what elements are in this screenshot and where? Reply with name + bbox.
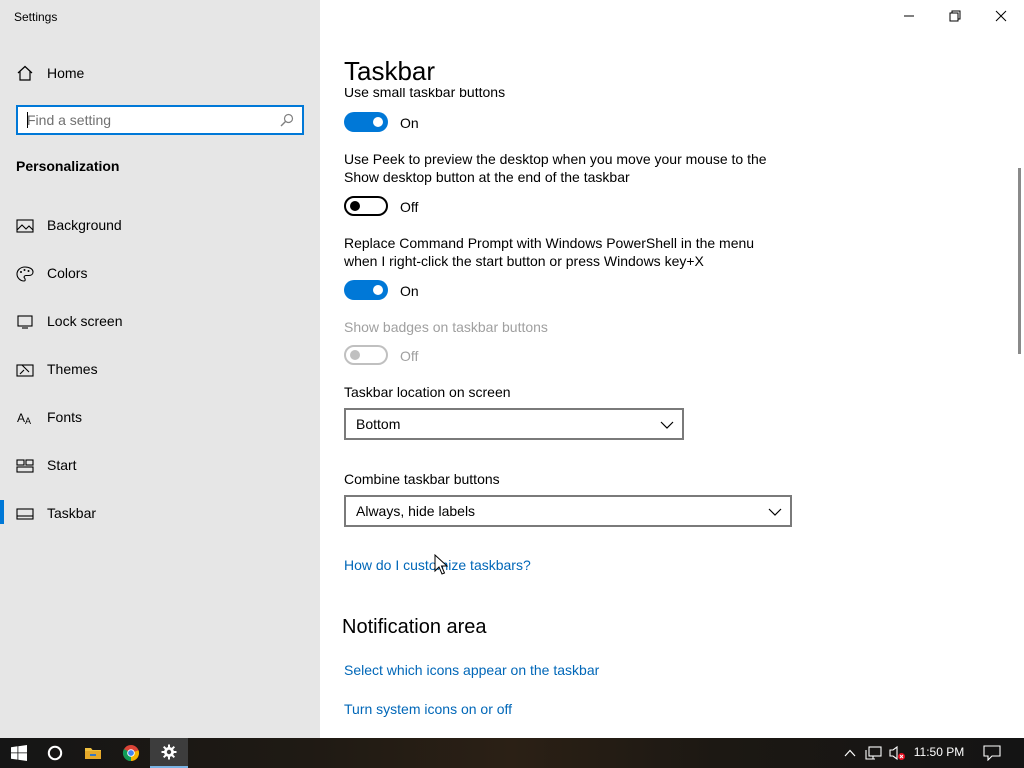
taskbar-location-dropdown[interactable]: Bottom xyxy=(344,408,684,440)
badges-toggle xyxy=(344,345,388,365)
powershell-label-line1: Replace Command Prompt with Windows Powe… xyxy=(344,235,755,251)
clock[interactable]: 11:50 PM xyxy=(908,745,970,759)
powershell-toggle[interactable] xyxy=(344,280,388,300)
sidebar-item-fonts[interactable]: AA Fonts xyxy=(0,402,320,450)
sidebar-item-label: Colors xyxy=(47,265,88,281)
svg-text:A: A xyxy=(25,416,31,426)
system-icons-link[interactable]: Turn system icons on or off xyxy=(344,701,512,717)
taskbar-icon xyxy=(16,506,34,522)
volume-muted-icon xyxy=(889,745,905,761)
sidebar-item-label: Fonts xyxy=(47,409,83,425)
dropdown-value: Bottom xyxy=(356,416,401,432)
sidebar: Settings Home Personalization Background… xyxy=(0,0,320,738)
home-label: Home xyxy=(47,65,85,81)
network-icon xyxy=(865,746,882,760)
small-taskbar-buttons-toggle[interactable] xyxy=(344,112,388,132)
badges-setting-label: Show badges on taskbar buttons xyxy=(344,319,548,335)
sidebar-item-label: Lock screen xyxy=(47,313,123,329)
search-input[interactable] xyxy=(18,107,268,133)
palette-icon xyxy=(16,266,34,282)
search-box[interactable] xyxy=(16,105,304,135)
location-label: Taskbar location on screen xyxy=(344,384,511,400)
combine-label: Combine taskbar buttons xyxy=(344,471,500,487)
toggle-state-label: Off xyxy=(400,199,419,215)
lock-screen-icon xyxy=(16,314,34,330)
sidebar-item-taskbar[interactable]: Taskbar xyxy=(0,498,320,546)
settings-taskbar-button[interactable] xyxy=(150,738,188,768)
sidebar-item-themes[interactable]: Themes xyxy=(0,354,320,402)
fonts-icon: AA xyxy=(16,410,34,426)
close-button[interactable] xyxy=(978,0,1024,32)
svg-text:A: A xyxy=(17,411,25,425)
sidebar-nav: Background Colors Lock screen Themes AA … xyxy=(0,210,320,546)
home-icon xyxy=(16,65,34,81)
close-icon xyxy=(995,10,1007,22)
themes-icon xyxy=(16,362,34,378)
peek-setting-label: Use Peek to preview the desktop when you… xyxy=(344,150,804,186)
chevron-up-icon xyxy=(844,749,856,757)
taskbar: 11:50 PM xyxy=(0,738,1024,768)
folder-icon xyxy=(85,748,101,759)
maximize-button[interactable] xyxy=(932,0,978,32)
combine-buttons-dropdown[interactable]: Always, hide labels xyxy=(344,495,792,527)
peek-label-line2: Show desktop button at the end of the ta… xyxy=(344,169,630,185)
image-icon xyxy=(16,218,34,234)
section-label-personalization: Personalization xyxy=(16,158,120,174)
show-hidden-icons-button[interactable] xyxy=(840,738,860,768)
search-icon[interactable] xyxy=(280,113,294,127)
notification-area-heading: Notification area xyxy=(342,616,487,638)
file-explorer-button[interactable] xyxy=(74,738,112,768)
text-caret xyxy=(27,112,28,128)
sidebar-item-lock-screen[interactable]: Lock screen xyxy=(0,306,320,354)
toggle-state-label: On xyxy=(400,283,419,299)
cortana-button[interactable] xyxy=(36,738,74,768)
sidebar-item-label: Themes xyxy=(47,361,98,377)
powershell-label-line2: when I right-click the start button or p… xyxy=(344,253,704,269)
chevron-down-icon xyxy=(660,418,674,430)
minimize-icon xyxy=(904,15,914,17)
notification-icon xyxy=(983,745,1001,761)
start-button[interactable] xyxy=(0,738,38,768)
toggle-state-label: Off xyxy=(400,348,419,364)
mouse-cursor-icon xyxy=(434,554,448,575)
chrome-icon xyxy=(122,745,140,762)
cortana-circle-icon xyxy=(47,745,63,761)
app-title: Settings xyxy=(14,10,58,24)
sidebar-item-label: Taskbar xyxy=(47,505,97,521)
sidebar-item-label: Background xyxy=(47,217,122,233)
page-title: Taskbar xyxy=(344,56,446,87)
minimize-button[interactable] xyxy=(886,0,932,32)
gear-icon xyxy=(161,744,177,760)
dropdown-value: Always, hide labels xyxy=(356,503,476,519)
chrome-button[interactable] xyxy=(112,738,150,768)
sidebar-item-label: Start xyxy=(47,457,77,473)
sidebar-item-start[interactable]: Start xyxy=(0,450,320,498)
action-center-button[interactable] xyxy=(980,738,1004,768)
volume-button[interactable] xyxy=(886,738,908,768)
powershell-setting-label: Replace Command Prompt with Windows Powe… xyxy=(344,234,804,270)
home-nav-item[interactable]: Home xyxy=(0,58,320,88)
peek-label-line1: Use Peek to preview the desktop when you… xyxy=(344,151,767,167)
windows-logo-icon xyxy=(11,745,27,761)
network-button[interactable] xyxy=(862,738,886,768)
main-content: Use small taskbar buttons Taskbar On Use… xyxy=(320,0,1024,738)
scrollbar-thumb[interactable] xyxy=(1018,168,1021,354)
sidebar-item-colors[interactable]: Colors xyxy=(0,258,320,306)
select-icons-link[interactable]: Select which icons appear on the taskbar xyxy=(344,662,599,678)
chevron-down-icon xyxy=(768,505,782,517)
restore-icon xyxy=(949,10,961,22)
sidebar-item-background[interactable]: Background xyxy=(0,210,320,258)
start-icon xyxy=(16,458,34,474)
peek-toggle[interactable] xyxy=(344,196,388,216)
toggle-state-label: On xyxy=(400,115,419,131)
